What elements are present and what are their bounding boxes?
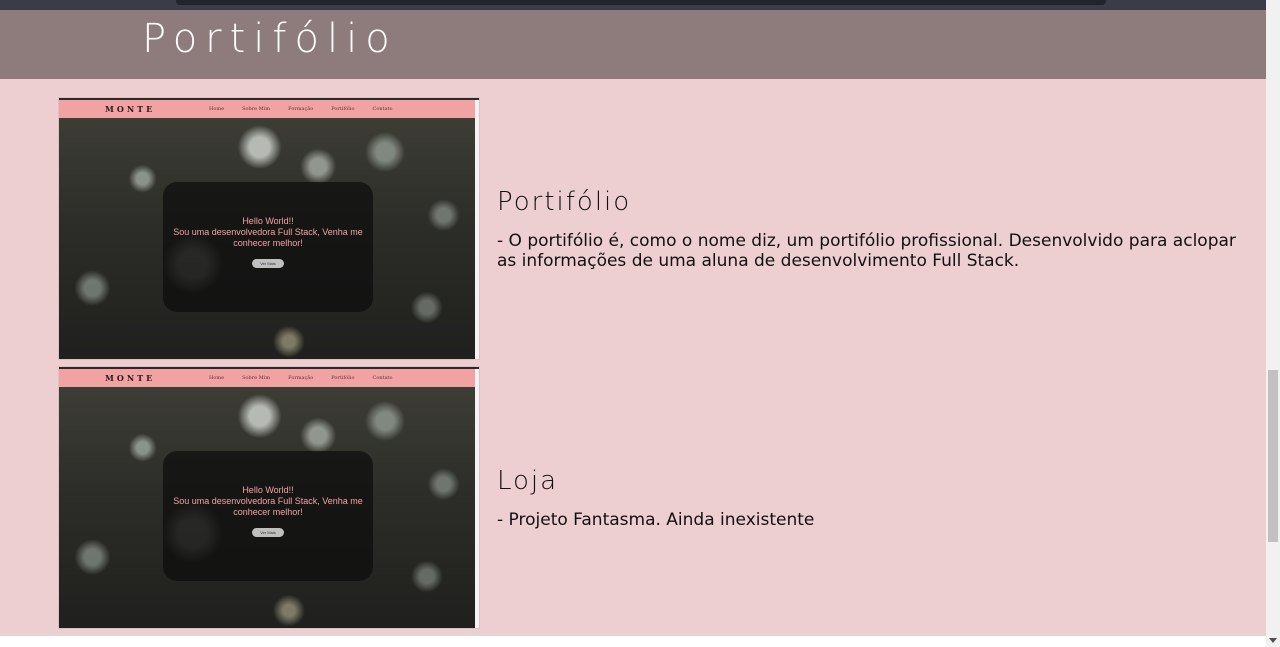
thumbnail-nav-links: Home Sobre Mim Formação Portifólio Conta… xyxy=(209,375,393,381)
thumbnail-hero-card: Hello World!! Sou uma desenvolvedora Ful… xyxy=(163,451,373,581)
thumbnail-nav-home: Home xyxy=(209,375,225,381)
project-info: Portifólio - O portifólio é, como o nome… xyxy=(497,187,1237,271)
thumbnail-hero-card: Hello World!! Sou uma desenvolvedora Ful… xyxy=(163,182,373,312)
thumbnail-nav-sobre: Sobre Mim xyxy=(242,375,271,381)
thumbnail-brand: MONTE xyxy=(105,373,156,383)
thumbnail-hero-text: Sou uma desenvolvedora Full Stack, Venha… xyxy=(173,227,363,248)
project-description: - Projeto Fantasma. Ainda inexistente xyxy=(497,510,815,530)
thumbnail-navbar: MONTE Home Sobre Mim Formação Portifólio… xyxy=(59,100,477,118)
section-header: Portifólio xyxy=(0,10,1266,79)
thumbnail-nav-contato: Contato xyxy=(372,375,393,381)
project-title: Portifólio xyxy=(497,187,632,217)
thumbnail-brand: MONTE xyxy=(105,104,156,114)
project-portifolio: MONTE Home Sobre Mim Formação Portifólio… xyxy=(58,97,1258,360)
bottom-strip xyxy=(0,635,1266,647)
thumbnail-nav-formacao: Formação xyxy=(288,106,314,112)
scroll-down-arrow-icon[interactable] xyxy=(1269,638,1277,643)
portfolio-section: MONTE Home Sobre Mim Formação Portifólio… xyxy=(0,79,1266,635)
thumbnail-hero-greeting: Hello World!! xyxy=(242,485,294,495)
thumbnail-hero-greeting: Hello World!! xyxy=(242,216,294,226)
project-title: Loja xyxy=(497,466,559,496)
top-nav-strip xyxy=(0,0,1266,10)
thumbnail-hero-button: Ver Mais xyxy=(252,528,284,537)
thumbnail-hero-text: Sou uma desenvolvedora Full Stack, Venha… xyxy=(173,496,363,517)
thumbnail-scrollbar xyxy=(475,100,479,359)
thumbnail-navbar: MONTE Home Sobre Mim Formação Portifólio… xyxy=(59,369,477,387)
section-title: Portifólio xyxy=(142,16,398,62)
scrollbar-thumb[interactable] xyxy=(1268,370,1278,542)
project-thumbnail[interactable]: MONTE Home Sobre Mim Formação Portifólio… xyxy=(58,366,480,629)
project-loja: MONTE Home Sobre Mim Formação Portifólio… xyxy=(58,366,1258,629)
thumbnail-nav-links: Home Sobre Mim Formação Portifólio Conta… xyxy=(209,106,393,112)
thumbnail-nav-sobre: Sobre Mim xyxy=(242,106,271,112)
thumbnail-nav-portifolio: Portifólio xyxy=(331,106,355,112)
thumbnail-nav-home: Home xyxy=(209,106,225,112)
thumbnail-hero-button: Ver Mais xyxy=(252,259,284,268)
project-thumbnail[interactable]: MONTE Home Sobre Mim Formação Portifólio… xyxy=(58,97,480,360)
project-description: - O portifólio é, como o nome diz, um po… xyxy=(497,231,1236,271)
thumbnail-nav-formacao: Formação xyxy=(288,375,314,381)
thumbnail-nav-portifolio: Portifólio xyxy=(331,375,355,381)
thumbnail-scrollbar xyxy=(475,369,479,628)
project-info: Loja - Projeto Fantasma. Ainda inexisten… xyxy=(497,466,1237,530)
page-scrollbar[interactable] xyxy=(1266,0,1280,647)
thumbnail-nav-contato: Contato xyxy=(372,106,393,112)
nav-bar-edge xyxy=(176,0,1106,5)
page: Portifólio MONTE Home Sobre Mim Formação… xyxy=(0,0,1280,647)
